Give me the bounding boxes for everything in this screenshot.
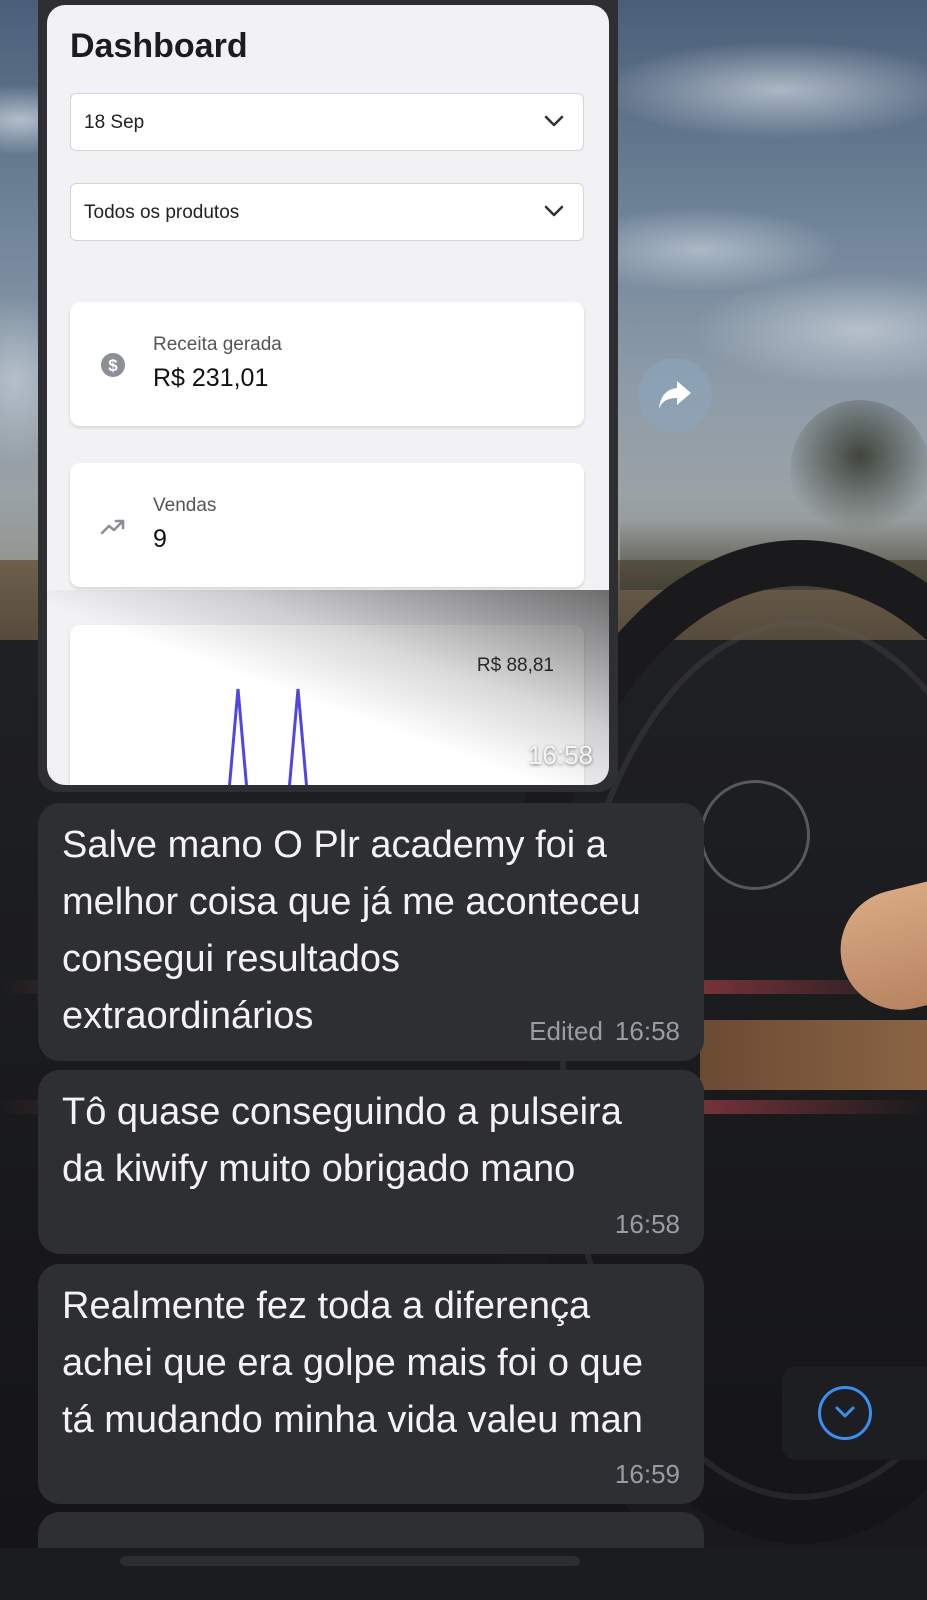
chevron-down-icon (544, 205, 564, 217)
date-select[interactable]: 18 Sep (70, 93, 584, 151)
message-time: 16:59 (614, 1459, 680, 1489)
chevron-down-icon (544, 115, 564, 127)
chevron-down-circle-icon (835, 1406, 855, 1418)
scroll-down-button[interactable] (818, 1386, 872, 1440)
product-select-value: Todos os produtos (84, 202, 240, 223)
message-bubble[interactable]: Realmente fez toda a diferença achei que… (38, 1264, 704, 1504)
message-meta: 16:58 (615, 1209, 680, 1240)
chart-peak-2 (288, 688, 308, 785)
revenue-label: Receita gerada (153, 334, 282, 355)
dashboard-screenshot[interactable]: Dashboard 18 Sep Todos os produtos $ Rec… (47, 5, 609, 785)
chart-peak-1 (228, 688, 248, 785)
dollar-circle-icon: $ (101, 353, 125, 377)
share-button[interactable] (638, 358, 712, 432)
wallpaper-tree (790, 400, 927, 540)
sales-value: 9 (153, 525, 167, 553)
message-meta: 16:59 (615, 1459, 680, 1490)
sales-label: Vendas (153, 495, 217, 516)
sales-chart (228, 688, 308, 785)
wallpaper-leather (700, 1020, 927, 1090)
message-time: 16:58 (614, 1209, 680, 1239)
share-forward-icon (659, 381, 691, 409)
dashboard-title: Dashboard (70, 27, 248, 65)
product-select[interactable]: Todos os produtos (70, 183, 584, 241)
message-time: 16:58 (614, 1016, 680, 1046)
message-text: Tô quase conseguindo a pulseira da kiwif… (62, 1091, 622, 1190)
sales-card: Vendas 9 (70, 463, 584, 587)
bottom-input-bar (0, 1548, 927, 1600)
sales-chart-card: R$ 88,81 (70, 625, 584, 785)
input-field-edge[interactable] (120, 1556, 580, 1566)
message-text: Salve mano O Plr academy foi a melhor co… (62, 824, 641, 1037)
trending-up-icon (100, 519, 125, 535)
date-select-value: 18 Sep (84, 112, 145, 133)
message-bubble[interactable]: Tô quase conseguindo a pulseira da kiwif… (38, 1070, 704, 1254)
scroll-down-container (782, 1366, 927, 1460)
message-bubble[interactable]: Salve mano O Plr academy foi a melhor co… (38, 803, 704, 1061)
revenue-value: R$ 231,01 (153, 364, 269, 392)
message-meta: Edited 16:58 (529, 1016, 680, 1047)
message-text: Realmente fez toda a diferença achei que… (62, 1285, 643, 1441)
image-timestamp: 16:58 (527, 740, 593, 770)
svg-text:$: $ (108, 356, 118, 375)
revenue-card: $ Receita gerada R$ 231,01 (70, 302, 584, 426)
wallpaper-gauge (700, 780, 810, 890)
edited-label: Edited (529, 1016, 603, 1046)
